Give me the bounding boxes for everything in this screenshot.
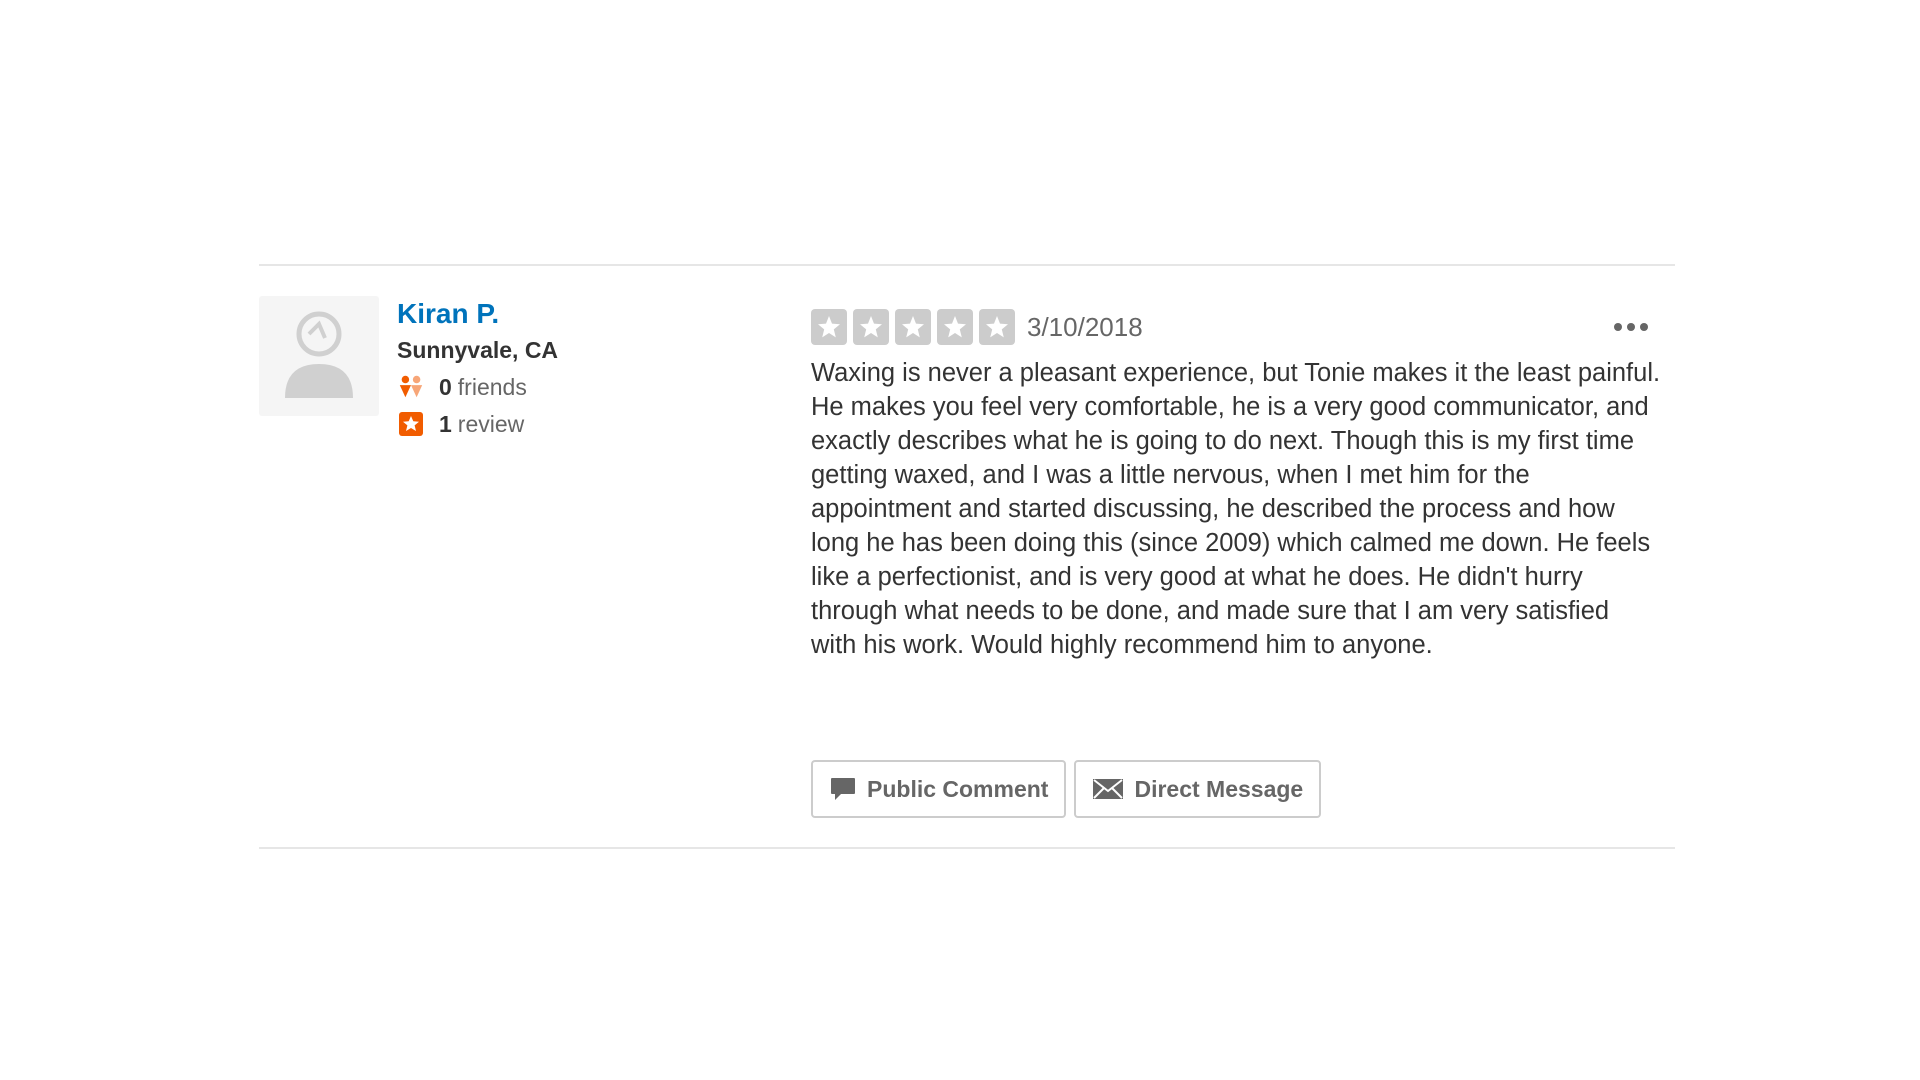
friends-icon: [397, 373, 425, 401]
review-date: 3/10/2018: [1027, 311, 1143, 342]
user-name-link[interactable]: Kiran P.: [397, 296, 558, 332]
speech-bubble-icon: [829, 775, 857, 803]
direct-message-label: Direct Message: [1134, 775, 1304, 802]
envelope-icon: [1092, 777, 1124, 801]
friends-stat: 0 friends: [397, 371, 558, 403]
public-comment-label: Public Comment: [867, 775, 1049, 802]
user-location: Sunnyvale, CA: [397, 337, 559, 363]
rating-star-icon: [979, 309, 1015, 345]
default-user-avatar-icon: [285, 311, 353, 398]
user-avatar[interactable]: [259, 296, 379, 416]
rating-star-icon: [811, 309, 847, 345]
review-actions: Public Comment Direct Message: [811, 760, 1322, 818]
rating-star-icon: [937, 309, 973, 345]
more-options-icon[interactable]: [1611, 310, 1651, 344]
reviews-stat: 1 review: [397, 408, 558, 440]
reviews-label: review: [457, 411, 525, 437]
review-content: 3/10/2018 Waxing is never a pleasant exp…: [811, 309, 1660, 688]
public-comment-button[interactable]: Public Comment: [811, 760, 1067, 818]
review-star-icon: [397, 410, 425, 438]
friends-count: 0: [439, 374, 452, 400]
rating-star-icon: [895, 309, 931, 345]
review-card: Kiran P. Sunnyvale, CA 0 friends 1 revie…: [259, 264, 1675, 849]
direct-message-button[interactable]: Direct Message: [1074, 760, 1322, 818]
rating-row: 3/10/2018: [811, 309, 1651, 345]
rating-star-icon: [853, 309, 889, 345]
user-info: Kiran P. Sunnyvale, CA 0 friends 1 revie…: [397, 296, 558, 440]
friends-label: friends: [457, 374, 527, 400]
star-rating: [811, 309, 1015, 345]
review-text: Waxing is never a pleasant experience, b…: [811, 359, 1661, 659]
reviews-count: 1: [439, 411, 452, 437]
